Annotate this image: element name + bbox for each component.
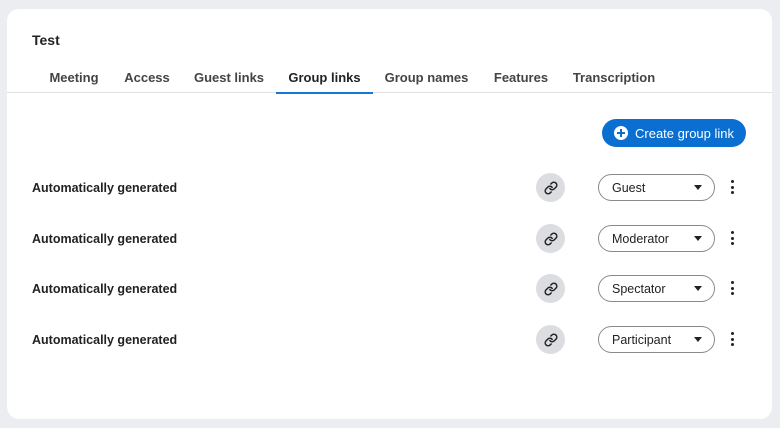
room-settings-card: Test Meeting Access Guest links Group li… — [7, 9, 772, 419]
role-select[interactable]: Moderator — [598, 225, 715, 252]
tab-guest-links[interactable]: Guest links — [187, 61, 271, 93]
role-select-value: Guest — [612, 180, 646, 195]
group-link-name: Automatically generated — [32, 333, 178, 347]
caret-down-icon — [694, 286, 702, 291]
copy-link-button[interactable] — [536, 325, 565, 354]
group-link-name: Automatically generated — [32, 232, 178, 246]
tab-group-names[interactable]: Group names — [380, 61, 473, 93]
link-icon — [543, 332, 558, 347]
role-select[interactable]: Guest — [598, 174, 715, 201]
copy-link-button[interactable] — [536, 173, 565, 202]
role-select[interactable]: Participant — [598, 326, 715, 353]
room-title: Test — [32, 32, 60, 48]
kebab-menu-icon[interactable] — [725, 177, 739, 197]
role-select-value: Spectator — [612, 281, 666, 296]
role-select-value: Participant — [612, 332, 672, 347]
copy-link-button[interactable] — [536, 224, 565, 253]
tab-meeting[interactable]: Meeting — [39, 61, 109, 93]
group-link-name: Automatically generated — [32, 282, 178, 296]
group-link-row: Automatically generated Participant — [7, 325, 772, 355]
kebab-menu-icon[interactable] — [725, 278, 739, 298]
role-select-value: Moderator — [612, 231, 669, 246]
group-link-row: Automatically generated Moderator — [7, 224, 772, 254]
caret-down-icon — [694, 337, 702, 342]
link-icon — [543, 231, 558, 246]
group-link-name: Automatically generated — [32, 181, 178, 195]
settings-tabs: Meeting Access Guest links Group links G… — [7, 61, 772, 94]
group-link-row: Automatically generated Guest — [7, 173, 772, 203]
plus-circle-icon — [614, 126, 628, 140]
tab-features[interactable]: Features — [488, 61, 554, 93]
role-select[interactable]: Spectator — [598, 275, 715, 302]
group-link-row: Automatically generated Spectator — [7, 274, 772, 304]
link-icon — [543, 281, 558, 296]
link-icon — [543, 180, 558, 195]
caret-down-icon — [694, 236, 702, 241]
tab-access[interactable]: Access — [119, 61, 175, 93]
kebab-menu-icon[interactable] — [725, 228, 739, 248]
create-group-link-label: Create group link — [635, 125, 734, 141]
create-group-link-button[interactable]: Create group link — [602, 119, 746, 147]
kebab-menu-icon[interactable] — [725, 329, 739, 349]
caret-down-icon — [694, 185, 702, 190]
copy-link-button[interactable] — [536, 274, 565, 303]
tab-transcription[interactable]: Transcription — [567, 61, 661, 93]
tab-group-links[interactable]: Group links — [276, 61, 373, 94]
